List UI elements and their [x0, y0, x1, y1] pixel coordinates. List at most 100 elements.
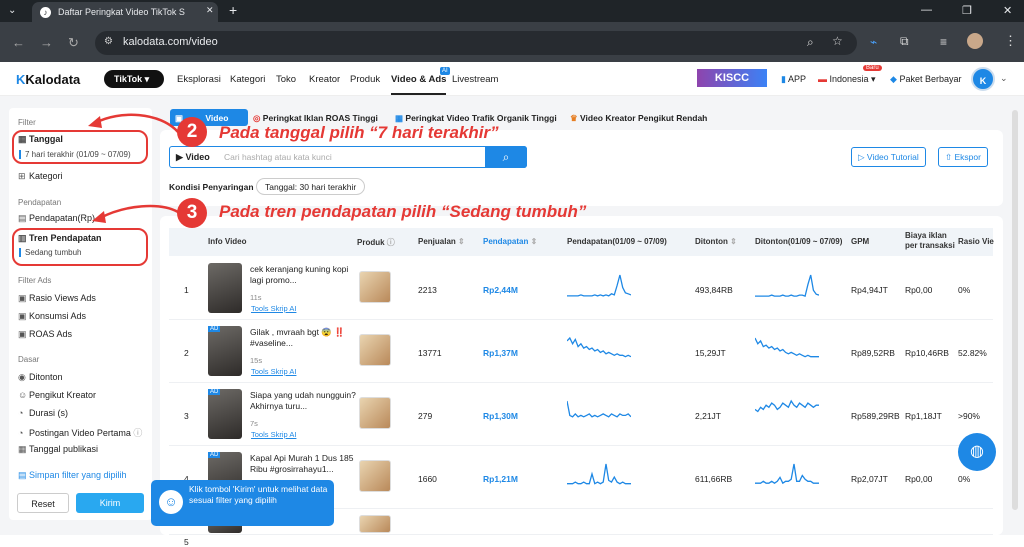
- nav-eksplorasi[interactable]: Eksplorasi: [177, 74, 221, 85]
- save-icon: ▤: [18, 470, 27, 480]
- browser-menu-icon[interactable]: ⋮: [1004, 33, 1017, 49]
- site-info-icon[interactable]: ⚙: [104, 36, 113, 47]
- date-filter-chip[interactable]: Tanggal: 30 hari terakhir: [256, 178, 366, 195]
- row-views: 15,29JT: [695, 348, 726, 358]
- video-thumbnail[interactable]: [208, 389, 242, 439]
- video-title[interactable]: Siapa yang udah nungguin? Akhirnya turu.…: [250, 390, 360, 412]
- row-sales: 279: [418, 411, 433, 421]
- col-penjualan[interactable]: Penjualan ⇕: [418, 237, 465, 246]
- back-icon[interactable]: ←: [12, 35, 25, 50]
- user-avatar[interactable]: K: [971, 67, 995, 91]
- row-revenue[interactable]: Rp1,30M: [483, 411, 518, 421]
- paid-plan-link[interactable]: ◆ Paket Berbayar: [890, 74, 961, 85]
- tab-kreator-pengikut-rendah[interactable]: ♛ Video Kreator Pengikut Rendah: [570, 113, 707, 124]
- help-icon: ⓘ: [386, 238, 395, 247]
- highlight-tren-pendapatan: [12, 228, 148, 266]
- reset-button[interactable]: Reset: [17, 493, 69, 513]
- video-title[interactable]: cek keranjang kuning kopi lagi promo...: [250, 264, 360, 286]
- export-button[interactable]: ⇧ Ekspor: [938, 147, 988, 167]
- video-duration: 7s: [250, 419, 258, 428]
- filter-ditonton[interactable]: ◉ Ditonton: [18, 372, 63, 383]
- product-thumbnail[interactable]: [359, 515, 391, 533]
- filter-konsumsi-label: Konsumsi Ads: [29, 311, 87, 321]
- col-produk[interactable]: Produk ⓘ: [357, 237, 395, 248]
- nav-kategori[interactable]: Kategori: [230, 74, 265, 85]
- close-window-icon[interactable]: ✕: [1003, 4, 1012, 17]
- search-scope[interactable]: ▶ Video: [176, 152, 210, 163]
- clock-icon: ◔: [18, 408, 24, 418]
- extensions-puzzle-icon[interactable]: ⧉: [900, 34, 909, 49]
- restore-icon[interactable]: ❐: [962, 4, 972, 17]
- close-tab-icon[interactable]: ✕: [206, 5, 214, 16]
- search-button[interactable]: ⌕: [485, 146, 527, 168]
- search-input[interactable]: ▶ Video Cari hashtag atau kata kunci: [169, 146, 527, 168]
- row-revenue[interactable]: Rp1,21M: [483, 474, 518, 484]
- filter-postingan-label: Postingan Video Pertama: [29, 428, 131, 438]
- nav-kreator[interactable]: Kreator: [309, 74, 340, 85]
- forward-icon[interactable]: →: [40, 35, 53, 50]
- filter-roas-ads[interactable]: ▣ ROAS Ads: [18, 329, 72, 340]
- platform-selector[interactable]: TikTok ▾: [104, 70, 164, 88]
- row-rank: 5: [184, 537, 189, 547]
- video-thumbnail[interactable]: [208, 263, 242, 313]
- browser-tab[interactable]: ♪ Daftar Peringkat Video TikTok S: [32, 2, 218, 22]
- extension-icon[interactable]: ⌁: [870, 35, 877, 49]
- filter-tanggal-publikasi[interactable]: ▦ Tanggal publikasi: [18, 444, 98, 455]
- tools-skrip-ai-link[interactable]: Tools Skrip AI: [251, 304, 296, 313]
- col-ditonton[interactable]: Ditonton ⇕: [695, 237, 737, 246]
- kalodata-logo[interactable]: KKalodata: [16, 72, 80, 87]
- tools-skrip-ai-link[interactable]: Tools Skrip AI: [251, 430, 296, 439]
- app-link[interactable]: ▮ APP: [781, 74, 806, 85]
- video-tutorial-button[interactable]: ▷ Video Tutorial: [851, 147, 926, 167]
- phone-icon: ▮: [781, 74, 786, 84]
- nav-toko[interactable]: Toko: [276, 74, 296, 85]
- nav-livestream[interactable]: Livestream: [452, 74, 498, 85]
- video-title[interactable]: Kapal Api Murah 1 Dus 185 Ribu #grosirra…: [250, 453, 360, 475]
- nav-video-ads[interactable]: Video & Ads: [391, 74, 447, 95]
- clock-icon: ◔: [18, 428, 24, 438]
- col-pendapatan[interactable]: Pendapatan ⇕: [483, 237, 537, 246]
- new-tab-button[interactable]: +: [229, 2, 237, 18]
- product-thumbnail[interactable]: [359, 334, 391, 366]
- minimize-icon[interactable]: —: [921, 4, 932, 16]
- language-selector[interactable]: ▬ Indonesia ▾: [818, 74, 876, 85]
- page-scrollbar[interactable]: [1012, 110, 1018, 510]
- tab-list-chevron-icon[interactable]: ⌄: [8, 5, 16, 16]
- reading-list-icon[interactable]: ≡: [940, 35, 947, 49]
- filter-pendapatan-rp[interactable]: ▤ Pendapatan(Rp): [18, 213, 95, 224]
- product-thumbnail[interactable]: [359, 397, 391, 429]
- filter-kategori[interactable]: ⊞ Kategori: [18, 171, 63, 182]
- nav-produk[interactable]: Produk: [350, 74, 380, 85]
- filter-pengikut-kreator[interactable]: ☺ Pengikut Kreator: [18, 390, 96, 400]
- url-text: kalodata.com/video: [123, 36, 218, 48]
- row-revenue[interactable]: Rp2,44M: [483, 285, 518, 295]
- product-thumbnail[interactable]: [359, 271, 391, 303]
- kirim-button[interactable]: Kirim: [76, 493, 144, 513]
- filter-durasi[interactable]: ◔ Durasi (s): [18, 408, 68, 418]
- support-chat-button[interactable]: ◍: [958, 433, 996, 471]
- filter-durasi-label: Durasi (s): [29, 408, 69, 418]
- col-ditonton-label: Ditonton: [695, 237, 728, 246]
- col-penjualan-label: Penjualan: [418, 237, 456, 246]
- zoom-search-icon[interactable]: ⌕: [807, 35, 814, 50]
- target-icon: ◎: [253, 113, 261, 123]
- row-revenue[interactable]: Rp1,37M: [483, 348, 518, 358]
- address-bar[interactable]: ⚙ kalodata.com/video ⌕ ☆: [95, 31, 857, 55]
- reload-icon[interactable]: ↻: [68, 35, 79, 51]
- video-thumbnail[interactable]: [208, 326, 242, 376]
- filter-postingan-pertama[interactable]: ◔ Postingan Video Pertama ⓘ: [18, 426, 142, 439]
- profile-avatar[interactable]: [967, 33, 983, 49]
- save-filter-link[interactable]: ▤ Simpan filter yang dipilih: [18, 470, 127, 481]
- row-view-ratio: >90%: [958, 411, 980, 421]
- avatar-chevron-down-icon[interactable]: ⌄: [1000, 73, 1008, 84]
- row-ad-cost: Rp0,00: [905, 474, 933, 484]
- filter-konsumsi-ads[interactable]: ▣ Konsumsi Ads: [18, 311, 86, 322]
- bookmark-star-icon[interactable]: ☆: [832, 34, 843, 48]
- tooltip-text: Klik tombol 'Kirim' untuk melihat data s…: [189, 484, 328, 505]
- video-title[interactable]: Gilak , mvraah bgt 😨 ‼️ #vaseline...: [250, 327, 360, 349]
- kiscc-banner[interactable]: KISCC: [697, 69, 767, 87]
- tools-skrip-ai-link[interactable]: Tools Skrip AI: [251, 367, 296, 376]
- filter-rasio-views-ads[interactable]: ▣ Rasio Views Ads: [18, 293, 96, 304]
- play-icon: ▶: [176, 152, 183, 162]
- product-thumbnail[interactable]: [359, 460, 391, 492]
